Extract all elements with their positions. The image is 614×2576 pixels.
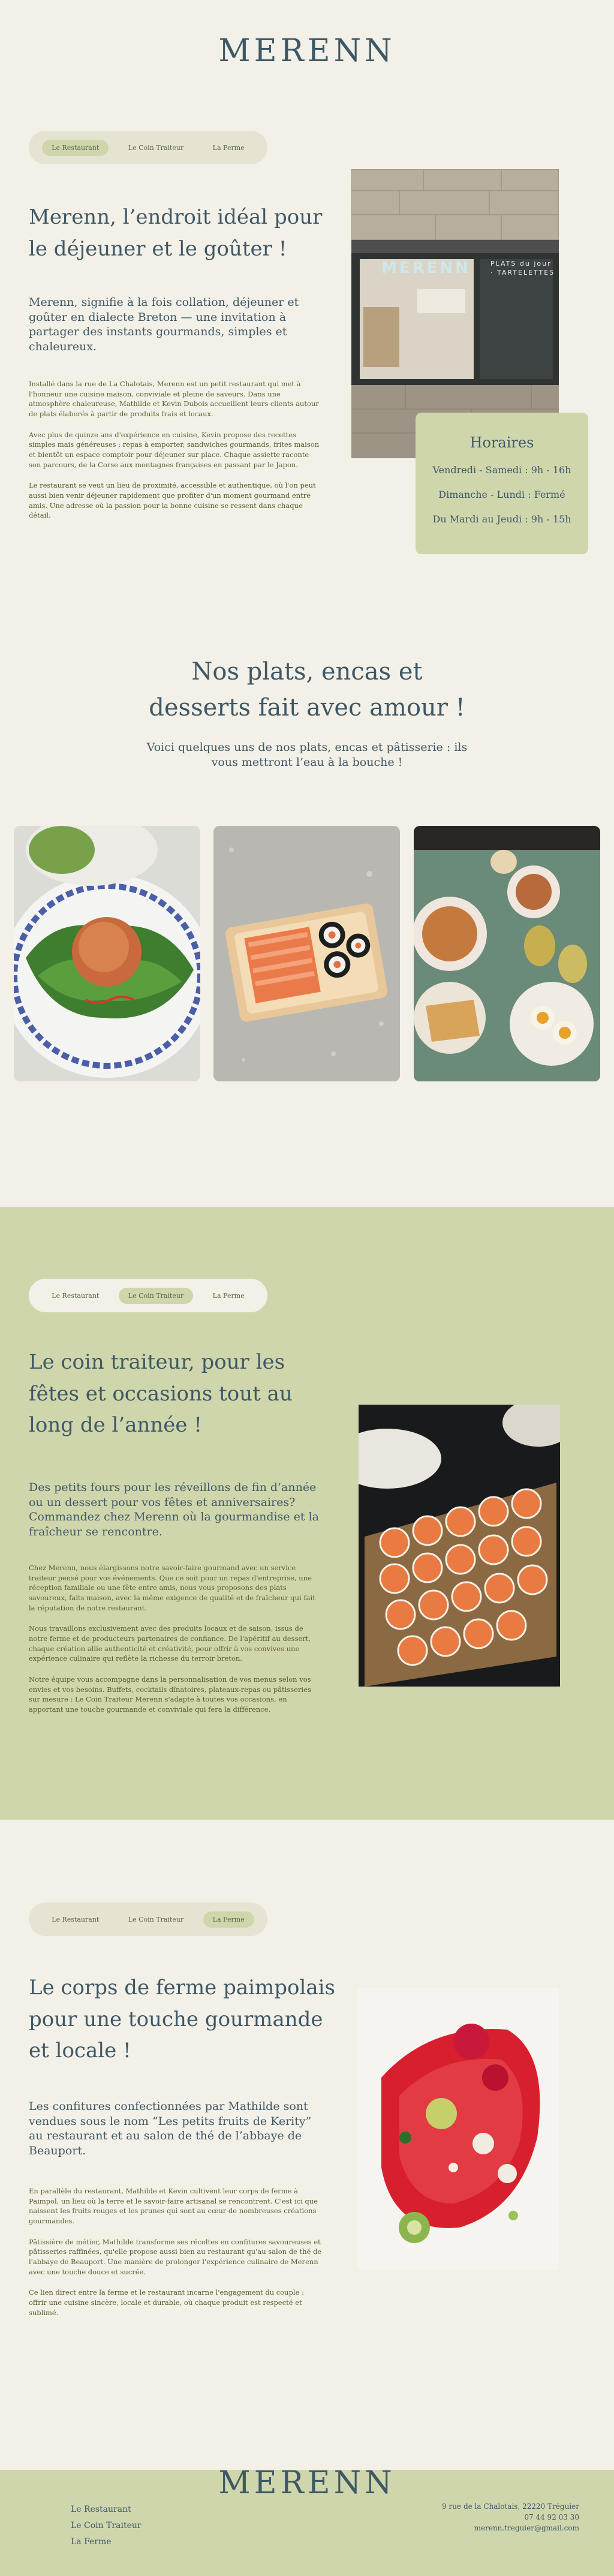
traiteur-paragraph-1: Chez Merenn, nous élargissons notre savo… [29,1564,315,1612]
restaurant-lead: Merenn, signifie à la fois collation, dé… [29,296,299,354]
storefront-sign-subtitle: PLATS du jour · TARTELETTES [490,260,555,276]
dishes-subtitle: Voici quelques uns de nos plats, encas e… [146,741,468,769]
ferme-photo [357,1988,559,2270]
dish-photo-table [414,826,600,1081]
storefront-sign: MERENN [381,259,471,277]
ferme-paragraph-2: Pâtissière de métier, Mathilde transform… [29,2237,322,2276]
footer-link-coin-traiteur[interactable]: Le Coin Traiteur [71,2518,142,2534]
dish-photo-sushi [213,826,400,1081]
hours-line: Vendredi - Samedi : 9h - 16h [432,464,571,476]
traiteur-paragraph-2: Nous travaillons exclusivement avec des … [29,1624,311,1663]
restaurant-paragraph-2: Avec plus de quinze ans d'expérience en … [29,430,320,469]
tab-coin-traiteur[interactable]: Le Coin Traiteur [119,140,193,156]
footer-link-restaurant[interactable]: Le Restaurant [71,2502,142,2518]
ferme-paragraph-3: Ce lien direct entre la ferme et le rest… [29,2288,304,2317]
section-tabs: Le Restaurant Le Coin Traiteur La Ferme [29,131,267,164]
tab-coin-traiteur[interactable]: Le Coin Traiteur [118,1287,194,1304]
ferme-title: Le corps de ferme paimpolais pour une to… [29,1976,335,2063]
footer-address: 9 rue de la Chalotais, 22220 Tréguier [442,2502,579,2511]
footer-link-ferme[interactable]: La Ferme [71,2534,142,2550]
footer-phone[interactable]: 07 44 92 03 30 [442,2512,579,2523]
traiteur-photo [359,1405,560,1687]
ferme-paragraph-1: En parallèle du restaurant, Mathilde et … [29,2187,318,2226]
restaurant-title: Merenn, l’endroit idéal pour le déjeuner… [29,205,323,261]
hours-line: Dimanche - Lundi : Fermé [438,489,565,500]
tab-restaurant[interactable]: Le Restaurant [42,1288,109,1304]
restaurant-paragraph-3: Le restaurant se veut un lieu de proximi… [29,481,316,520]
tab-restaurant[interactable]: Le Restaurant [42,139,109,156]
ferme-lead: Les confitures confectionnées par Mathil… [29,2100,312,2158]
tab-ferme[interactable]: La Ferme [203,140,254,156]
tab-restaurant[interactable]: Le Restaurant [42,1911,109,1928]
footer-logo[interactable]: MERENN [0,2465,614,2501]
traiteur-paragraph-3: Notre équipe vous accompagne dans la per… [29,1675,311,1714]
section-tabs: Le Restaurant Le Coin Traiteur La Ferme [29,1902,267,1936]
tab-ferme[interactable]: La Ferme [203,1911,254,1928]
footer-links: Le Restaurant Le Coin Traiteur La Ferme [71,2502,142,2550]
restaurant-paragraph-1: Installé dans la rue de La Chalotais, Me… [29,380,319,419]
traiteur-title: Le coin traiteur, pour les fêtes et occa… [29,1350,293,1438]
brand-logo[interactable]: MERENN [0,33,614,69]
dish-photo-salad [14,826,200,1081]
footer-contact: 9 rue de la Chalotais, 22220 Tréguier 07… [442,2501,579,2533]
traiteur-text: Chez Merenn, nous élargissons notre savo… [29,1563,323,1723]
hours-title: Horaires [469,434,534,451]
footer-email-link[interactable]: merenn.treguier@gmail.com [474,2524,579,2532]
tab-ferme[interactable]: La Ferme [203,1288,254,1304]
dishes-title: Nos plats, encas et desserts fait avec a… [149,658,465,722]
traiteur-lead: Des petits fours pour les réveillons de … [29,1481,319,1539]
hours-card: Horaires Vendredi - Samedi : 9h - 16h Di… [416,413,588,554]
hours-line: Du Mardi au Jeudi : 9h - 15h [432,513,571,525]
tab-coin-traiteur[interactable]: Le Coin Traiteur [119,1911,193,1928]
ferme-text: En parallèle du restaurant, Mathilde et … [29,2186,323,2325]
section-tabs: Le Restaurant Le Coin Traiteur La Ferme [29,1279,267,1312]
restaurant-text: Installé dans la rue de La Chalotais, Me… [29,379,323,528]
